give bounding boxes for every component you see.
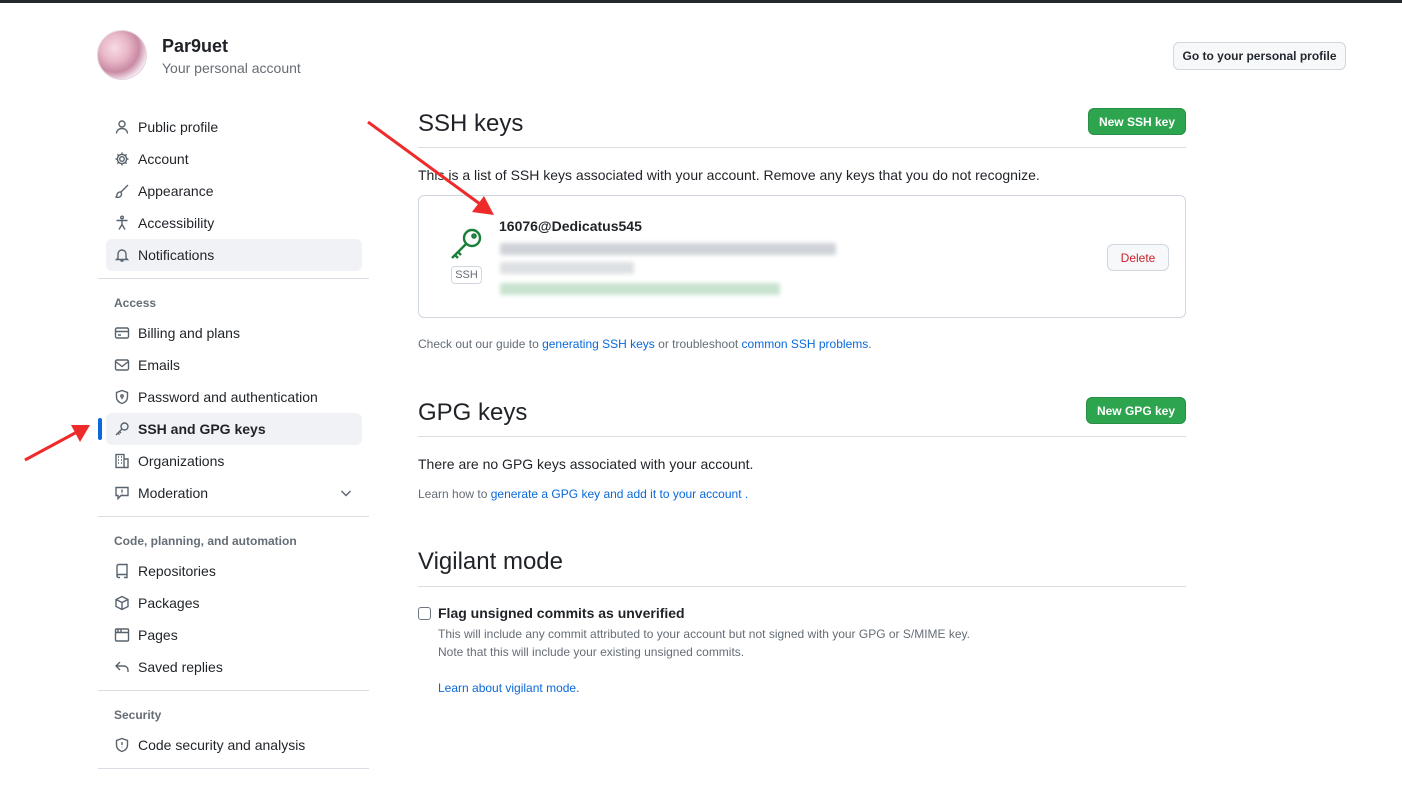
sidebar-item-label: Accessibility xyxy=(138,215,215,231)
sidebar-divider xyxy=(98,690,369,691)
sidebar-item-label: Code security and analysis xyxy=(138,737,306,753)
person-icon xyxy=(114,119,130,135)
sidebar-item-billing[interactable]: Billing and plans xyxy=(106,317,362,349)
avatar[interactable] xyxy=(97,30,147,80)
vigilant-mode-title: Vigilant mode xyxy=(418,548,563,575)
gear-icon xyxy=(114,151,130,167)
sidebar-item-account[interactable]: Account xyxy=(106,143,362,175)
go-to-profile-button[interactable]: Go to your personal profile xyxy=(1173,42,1346,70)
report-icon xyxy=(114,485,130,501)
ssh-key-title: 16076@Dedicatus545 xyxy=(499,218,642,234)
sidebar-item-public-profile[interactable]: Public profile xyxy=(106,111,362,143)
sidebar-item-code-security[interactable]: Code security and analysis xyxy=(106,729,362,761)
sidebar-item-packages[interactable]: Packages xyxy=(106,587,362,619)
sidebar-item-label: Public profile xyxy=(138,119,219,135)
vigilant-mode-link[interactable]: Learn about vigilant mode. xyxy=(438,681,579,695)
sidebar-heading-security: Security xyxy=(114,708,162,722)
account-username[interactable]: Par9uet xyxy=(162,36,228,57)
guide-text-middle: or troubleshoot xyxy=(654,337,742,351)
account-subtitle: Your personal account xyxy=(162,60,301,76)
common-ssh-problems-link[interactable]: common SSH problems xyxy=(742,337,869,351)
flag-unsigned-label[interactable]: Flag unsigned commits as unverified xyxy=(438,605,685,621)
accessibility-icon xyxy=(114,215,130,231)
shield-icon xyxy=(114,737,130,753)
sidebar-item-label: SSH and GPG keys xyxy=(138,421,266,437)
sidebar-item-label: Packages xyxy=(138,595,200,611)
chevron-down-icon[interactable] xyxy=(338,485,354,504)
gpg-keys-title: GPG keys xyxy=(418,399,528,426)
sidebar-divider xyxy=(98,278,369,279)
generating-ssh-keys-link[interactable]: generating SSH keys xyxy=(542,337,655,351)
guide-text-prefix: Check out our guide to xyxy=(418,337,543,351)
sidebar-item-label: Password and authentication xyxy=(138,389,318,405)
sidebar-active-indicator xyxy=(98,418,102,440)
learn-text-prefix: Learn how to xyxy=(418,487,491,501)
mail-icon xyxy=(114,357,130,373)
guide-text-suffix: . xyxy=(868,337,872,351)
gpg-learn-text: Learn how to generate a GPG key and add … xyxy=(418,487,748,501)
sidebar-item-ssh-gpg-keys[interactable]: SSH and GPG keys xyxy=(106,413,362,445)
package-icon xyxy=(114,595,130,611)
sidebar-divider xyxy=(98,768,369,769)
new-gpg-key-button[interactable]: New GPG key xyxy=(1086,397,1186,424)
ssh-description: This is a list of SSH keys associated wi… xyxy=(418,167,1040,183)
key-type-label: SSH xyxy=(451,266,482,284)
flag-unsigned-checkbox[interactable] xyxy=(418,607,431,620)
sidebar-item-label: Repositories xyxy=(138,563,216,579)
sidebar-item-label: Saved replies xyxy=(138,659,223,675)
vigilant-note-2: Note that this will include your existin… xyxy=(438,645,745,659)
key-icon xyxy=(448,226,486,264)
window-top-border xyxy=(0,0,1402,3)
sidebar-item-label: Notifications xyxy=(138,247,215,263)
credit-card-icon xyxy=(114,325,130,341)
sidebar-item-accessibility[interactable]: Accessibility xyxy=(106,207,362,239)
sidebar-item-password[interactable]: Password and authentication xyxy=(106,381,362,413)
section-divider xyxy=(418,147,1186,148)
ssh-guide-text: Check out our guide to generating SSH ke… xyxy=(418,337,872,351)
sidebar-item-emails[interactable]: Emails xyxy=(106,349,362,381)
repo-icon xyxy=(114,563,130,579)
annotation-arrow-sidebar xyxy=(24,425,90,462)
sidebar-item-organizations[interactable]: Organizations xyxy=(106,445,362,477)
section-divider xyxy=(418,586,1186,587)
section-divider xyxy=(418,436,1186,437)
sidebar-item-label: Billing and plans xyxy=(138,325,240,341)
redacted-fingerprint xyxy=(500,243,836,255)
redacted-last-used xyxy=(500,283,780,295)
bell-icon xyxy=(114,247,130,263)
reply-icon xyxy=(114,659,130,675)
vigilant-note-1: This will include any commit attributed … xyxy=(438,627,971,641)
sidebar-item-pages[interactable]: Pages xyxy=(106,619,362,651)
sidebar-item-label: Moderation xyxy=(138,485,209,501)
sidebar-item-label: Organizations xyxy=(138,453,225,469)
sidebar-item-saved-replies[interactable]: Saved replies xyxy=(106,651,362,683)
sidebar-divider xyxy=(98,516,369,517)
sidebar-item-label: Pages xyxy=(138,627,178,643)
redacted-added-date xyxy=(500,262,634,274)
paintbrush-icon xyxy=(114,183,130,199)
organization-icon xyxy=(114,453,130,469)
sidebar-heading-access: Access xyxy=(114,296,157,310)
sidebar-item-label: Account xyxy=(138,151,189,167)
sidebar-item-moderation[interactable]: Moderation xyxy=(106,477,362,509)
sidebar-item-notifications[interactable]: Notifications xyxy=(106,239,362,271)
browser-icon xyxy=(114,627,130,643)
key-icon xyxy=(114,421,130,437)
gpg-empty-text: There are no GPG keys associated with yo… xyxy=(418,456,754,472)
sidebar-heading-code: Code, planning, and automation xyxy=(114,534,297,548)
sidebar-item-repositories[interactable]: Repositories xyxy=(106,555,362,587)
sidebar-item-appearance[interactable]: Appearance xyxy=(106,175,362,207)
shield-lock-icon xyxy=(114,389,130,405)
delete-ssh-key-button[interactable]: Delete xyxy=(1107,244,1169,271)
sidebar-item-label: Emails xyxy=(138,357,181,373)
learn-text-suffix: . xyxy=(741,487,749,501)
new-ssh-key-button[interactable]: New SSH key xyxy=(1088,108,1186,135)
sidebar-item-label: Appearance xyxy=(138,183,214,199)
ssh-keys-title: SSH keys xyxy=(418,110,524,137)
ssh-key-entry xyxy=(418,195,1186,318)
generate-gpg-key-link[interactable]: generate a GPG key and add it to your ac… xyxy=(491,487,742,501)
